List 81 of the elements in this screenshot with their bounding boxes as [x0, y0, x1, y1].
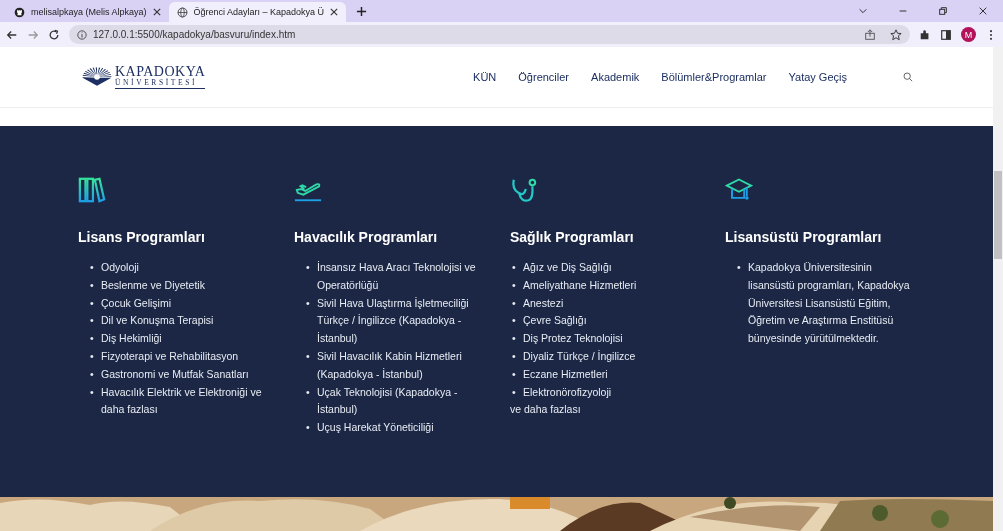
- bullet: •: [512, 277, 517, 293]
- program-item: Gastronomi ve Mutfak Sanatları: [101, 366, 250, 382]
- close-icon[interactable]: [330, 8, 339, 16]
- program-item: Anestezi: [523, 295, 565, 311]
- search-icon[interactable]: [903, 72, 913, 82]
- bullet: •: [512, 295, 517, 311]
- program-heading: Lisans Programları: [78, 229, 205, 245]
- program-heading: Sağlık Programları: [510, 229, 634, 245]
- bullet: •: [512, 313, 517, 329]
- program-item: Beslenme ve Diyetetik: [101, 277, 206, 293]
- program-item: Sivil Havacılık Kabin Hizmetleri (Kapadokya - İstanbul): [317, 349, 463, 382]
- globe-icon: [176, 6, 188, 18]
- program-item: Diş Hekimliği: [101, 331, 163, 347]
- program-item: Ağız ve Diş Sağlığı: [523, 260, 613, 275]
- nav-link[interactable]: Bölümler&Programlar: [661, 71, 767, 83]
- bullet: •: [90, 331, 95, 347]
- tab-title: Öğrenci Adayları – Kapadokya Ü: [193, 7, 325, 17]
- nav-link[interactable]: KÜN: [473, 71, 497, 83]
- program-item: Kapadokya Üniversitesinin lisansüstü programları, Kapadokya Üniversitesi Lisansüstü Eğitim, Öğretim ve Araştırma Enstitüsü bünyesinde yürütülmektedir.: [748, 260, 911, 347]
- bullet: •: [306, 260, 311, 275]
- address-field[interactable]: 127.0.0.1:5500/kapadokya/basvuru/index.htm: [69, 25, 910, 44]
- bullet: •: [306, 384, 311, 400]
- bullet: •: [90, 384, 95, 400]
- close-icon[interactable]: [152, 8, 161, 16]
- nav-link[interactable]: Akademik: [591, 71, 640, 83]
- bullet: •: [90, 349, 95, 364]
- bullet: •: [90, 313, 95, 329]
- sunburst-logo-icon: [81, 66, 113, 88]
- back-icon[interactable]: [6, 28, 18, 41]
- logo-wordmark: KAPADOKYA: [115, 64, 206, 79]
- program-heading: Lisansüstü Programları: [725, 229, 882, 245]
- program-item: Elektronörofizyoloji: [523, 384, 613, 400]
- program-item: Havacılık Elektrik ve Elektroniği ve daha fazlası: [101, 384, 263, 418]
- sidebar-icon[interactable]: [940, 28, 952, 41]
- bullet: •: [90, 366, 95, 382]
- scrollbar[interactable]: [993, 47, 1003, 531]
- bullet: •: [512, 366, 517, 382]
- nav-link[interactable]: Yatay Geçiş: [788, 71, 847, 83]
- program-item: Ameliyathane Hizmetleri: [523, 277, 638, 293]
- bullet: •: [306, 349, 311, 364]
- program-item: İnsansız Hava Aracı Teknolojisi ve Operatörlüğü: [317, 260, 477, 293]
- bullet: •: [90, 295, 95, 311]
- program-item: Çevre Sağlığı: [523, 313, 588, 329]
- program-item: Uçuş Harekat Yöneticiliği: [317, 420, 435, 436]
- program-item: Fizyoterapi ve Rehabilitasyon: [101, 349, 240, 364]
- reload-icon[interactable]: [48, 28, 60, 41]
- bullet: •: [90, 260, 95, 275]
- bullet: •: [512, 260, 517, 275]
- profile-avatar[interactable]: M: [961, 27, 976, 42]
- program-item: Diş Protez Teknolojisi: [523, 331, 624, 347]
- bullet: •: [306, 295, 311, 311]
- program-item: Çocuk Gelişimi: [101, 295, 172, 311]
- tab-title: melisalpkaya (Melis Alpkaya): [31, 7, 147, 17]
- info-icon: [77, 29, 87, 40]
- bullet: •: [512, 384, 517, 400]
- share-icon[interactable]: [864, 28, 876, 41]
- program-item: Eczane Hizmetleri: [523, 366, 609, 382]
- nav-link[interactable]: Öğrenciler: [518, 71, 570, 83]
- books-icon: [78, 176, 106, 204]
- bullet: •: [512, 331, 517, 347]
- close-icon[interactable]: [978, 6, 988, 16]
- program-heading: Havacılık Programları: [294, 229, 438, 245]
- program-item: Sivil Hava Ulaştırma İşletmeciliği Türkçe / İngilizce (Kapadokya - İstanbul): [317, 295, 470, 347]
- github-icon: [14, 6, 25, 18]
- browser-tab[interactable]: melisalpkaya (Melis Alpkaya): [6, 2, 169, 22]
- star-icon[interactable]: [890, 28, 902, 41]
- stethoscope-icon: [510, 176, 538, 204]
- bullet: •: [306, 420, 311, 436]
- program-item: Diyaliz Türkçe / İngilizce: [523, 349, 637, 364]
- program-item: Dil ve Konuşma Terapisi: [101, 313, 215, 329]
- new-tab-icon[interactable]: [356, 6, 368, 17]
- more-text: ve daha fazlası: [510, 402, 581, 418]
- program-item: Odyoloji: [101, 260, 140, 275]
- puzzle-icon[interactable]: [919, 28, 931, 41]
- program-item: Uçak Teknolojisi (Kapadokya - İstanbul): [317, 384, 459, 418]
- bullet: •: [90, 277, 95, 293]
- bullet: •: [512, 349, 517, 364]
- browser-tab[interactable]: Öğrenci Adayları – Kapadokya Ü: [168, 2, 347, 22]
- bullet: •: [737, 260, 742, 275]
- restore-icon[interactable]: [938, 6, 948, 16]
- chevron-down-icon[interactable]: [858, 6, 868, 16]
